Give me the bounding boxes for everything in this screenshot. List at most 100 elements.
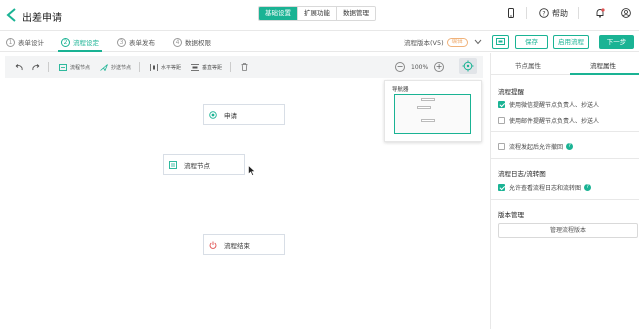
step-label: 表单设计 <box>18 39 44 47</box>
checkbox-unchecked <box>498 143 505 150</box>
status-badge: 编辑 <box>446 37 468 47</box>
monitor-icon <box>496 38 505 45</box>
checkbox-unchecked <box>498 117 505 124</box>
divider <box>526 7 527 19</box>
user-icon[interactable] <box>621 8 631 18</box>
bell-icon[interactable] <box>595 8 605 18</box>
email-reminder-checkbox[interactable]: 使用邮件提醒节点负责人、抄送人 <box>498 116 599 125</box>
add-cc-node-button[interactable]: 抄送节点 <box>100 63 132 71</box>
undo-icon[interactable] <box>15 63 23 71</box>
active-step-indicator <box>58 50 102 52</box>
start-icon <box>209 110 217 119</box>
step-number: 2 <box>61 37 70 47</box>
add-flow-node-button[interactable]: 流程节点 <box>59 63 91 71</box>
help-icon: ? <box>539 8 549 18</box>
tab-extensions[interactable]: 扩展功能 <box>298 7 337 20</box>
redo-icon[interactable] <box>32 63 40 71</box>
process-node[interactable]: 流程节点 <box>163 154 245 175</box>
active-tab-indicator <box>570 73 639 75</box>
mouse-cursor-icon <box>248 165 256 176</box>
main-tabs: 基础设置 扩展功能 数据管理 <box>258 6 376 21</box>
navigator-viewport[interactable] <box>394 94 471 134</box>
node-label: 流程结束 <box>224 241 250 250</box>
next-step-button[interactable]: 下一步 <box>599 35 634 49</box>
toolbar-label: 流程节点 <box>70 64 91 71</box>
checkbox-label: 使用微信提醒节点负责人、抄送人 <box>509 102 600 109</box>
locate-icon <box>462 60 474 72</box>
end-node[interactable]: 流程结束 <box>203 234 285 255</box>
top-header: 出差申请 基础设置 扩展功能 数据管理 ? 帮助 <box>0 0 639 31</box>
allow-withdraw-checkbox[interactable]: 流程发起后允许撤回? <box>498 142 574 151</box>
step-number: 3 <box>117 37 126 47</box>
panel-tabs: 节点属性 流程属性 <box>491 53 639 75</box>
checkbox-label: 流程发起后允许撤回 <box>509 144 564 151</box>
form-icon <box>169 160 177 169</box>
zoom-out-button[interactable]: − <box>395 62 405 72</box>
save-button[interactable]: 保存 <box>515 35 548 49</box>
node-icon <box>59 63 67 71</box>
navigator-title: 导航器 <box>392 87 409 93</box>
enable-flow-button[interactable]: 启用流程 <box>553 35 589 49</box>
divider <box>491 158 639 159</box>
checkbox-label: 允许查看流程日志和流转图 <box>509 185 582 192</box>
question-icon[interactable]: ? <box>584 184 592 191</box>
toolbar-label: 水平等距 <box>161 64 182 71</box>
tab-data-management[interactable]: 数据管理 <box>337 7 375 20</box>
step-number: 4 <box>173 37 182 47</box>
tab-node-properties[interactable]: 节点属性 <box>515 60 541 70</box>
checkbox-label: 使用邮件提醒节点负责人、抄送人 <box>509 118 600 125</box>
send-icon <box>100 63 108 71</box>
tab-basic-settings[interactable]: 基础设置 <box>259 7 298 20</box>
question-icon[interactable]: ? <box>566 143 574 150</box>
mobile-icon[interactable] <box>506 8 516 18</box>
page-title: 出差申请 <box>22 13 62 24</box>
horizontal-distribute-icon <box>150 63 158 71</box>
divider <box>48 62 49 72</box>
horizontal-space-button[interactable]: 水平等距 <box>150 63 182 71</box>
power-icon <box>209 241 217 249</box>
version-label: 流程版本(V5) <box>404 39 444 47</box>
mini-node <box>421 98 435 101</box>
header-actions: ? 帮助 <box>490 7 631 19</box>
divider <box>578 7 579 19</box>
zoom-in-button[interactable]: + <box>434 62 445 72</box>
node-label: 申请 <box>224 111 237 120</box>
zoom-level: 100% <box>411 63 429 71</box>
zoom-control: − 100% + <box>395 62 445 72</box>
step-label: 数据权限 <box>185 39 211 47</box>
trash-icon[interactable] <box>241 63 248 71</box>
wechat-reminder-checkbox[interactable]: 使用微信提醒节点负责人、抄送人 <box>498 100 599 109</box>
chevron-down-icon <box>474 39 482 45</box>
step-form-publish[interactable]: 3 表单发布 <box>117 37 155 47</box>
checkbox-checked <box>498 184 505 191</box>
navigator-panel: 导航器 <box>384 80 482 142</box>
vertical-space-button[interactable]: 垂直等距 <box>191 63 223 71</box>
step-label: 流程设定 <box>73 39 99 47</box>
step-number: 1 <box>6 37 15 47</box>
help-button[interactable]: ? 帮助 <box>539 8 568 19</box>
start-node[interactable]: 申请 <box>203 104 285 125</box>
tab-flow-properties[interactable]: 流程属性 <box>590 60 616 70</box>
view-log-checkbox[interactable]: 允许查看流程日志和流转图? <box>498 183 592 192</box>
properties-panel: 节点属性 流程属性 流程提醒 使用微信提醒节点负责人、抄送人 使用邮件提醒节点负… <box>490 53 639 329</box>
mini-node <box>417 106 431 109</box>
section-title: 版本管理 <box>498 211 524 219</box>
step-label: 表单发布 <box>129 39 155 47</box>
preview-button[interactable] <box>492 35 509 49</box>
step-flow-setting[interactable]: 2 流程设定 <box>61 37 99 47</box>
locate-button[interactable] <box>459 58 477 74</box>
divider <box>491 131 639 132</box>
toolbar-label: 抄送节点 <box>111 64 132 71</box>
toolbar-label: 垂直等距 <box>202 64 223 71</box>
step-form-design[interactable]: 1 表单设计 <box>6 37 44 47</box>
manage-versions-button[interactable]: 管理流程版本 <box>498 223 638 238</box>
vertical-distribute-icon <box>191 63 200 71</box>
divider <box>491 199 639 200</box>
divider <box>230 62 232 72</box>
svg-text:?: ? <box>542 10 545 17</box>
step-data-permission[interactable]: 4 数据权限 <box>173 37 211 47</box>
version-selector[interactable]: 流程版本(V5) 编辑 <box>404 37 482 47</box>
divider <box>139 62 141 72</box>
section-title: 流程提醒 <box>498 88 524 96</box>
back-arrow-icon[interactable] <box>5 7 19 23</box>
